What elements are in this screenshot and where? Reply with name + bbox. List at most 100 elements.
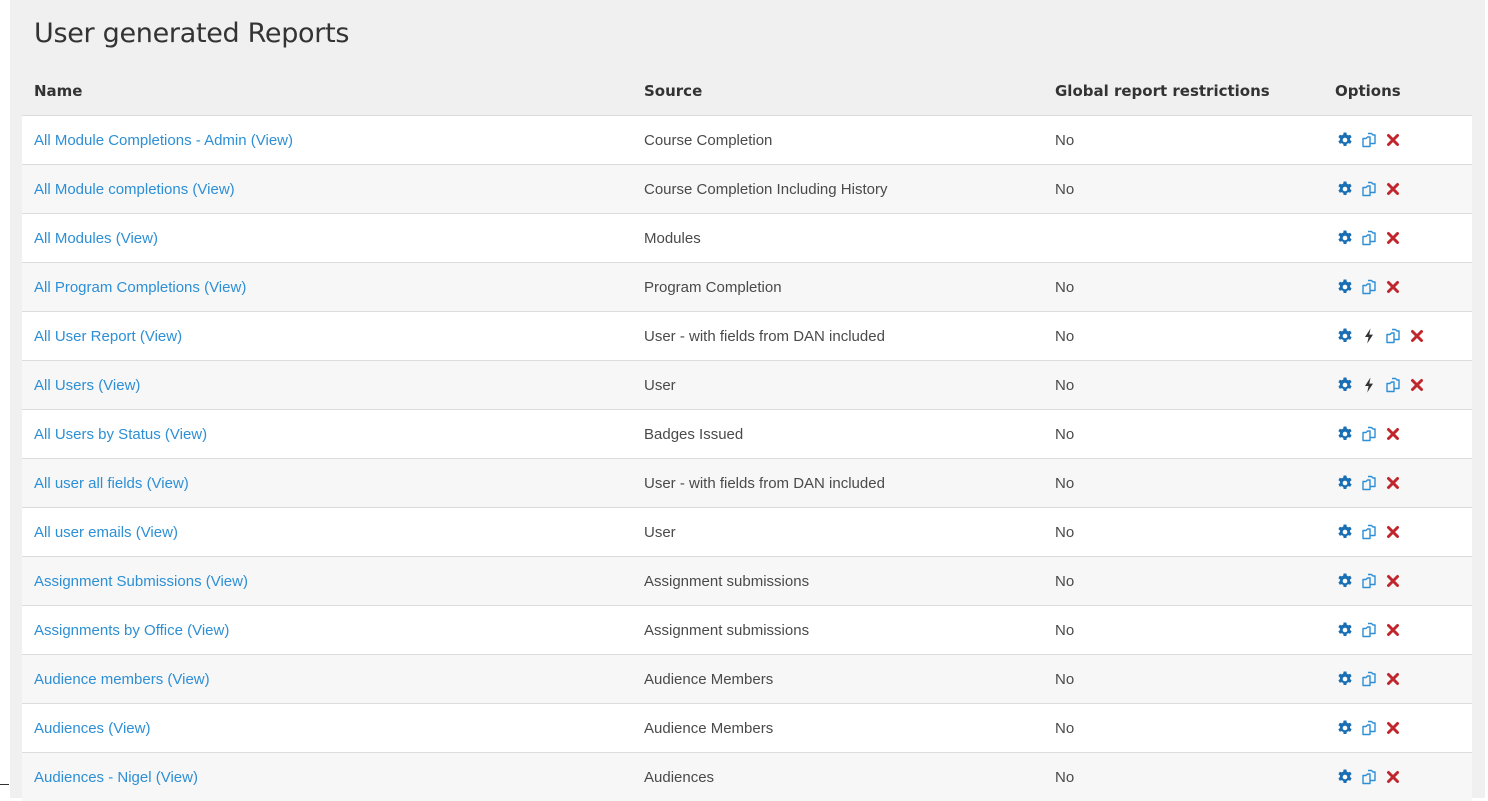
report-name-link[interactable]: All Users by Status <box>34 426 161 443</box>
clone-icon[interactable] <box>1361 524 1377 540</box>
report-name-link[interactable]: All Program Completions <box>34 279 200 296</box>
clone-icon[interactable] <box>1385 328 1401 344</box>
options-group <box>1335 720 1472 736</box>
view-report-link[interactable]: (View) <box>192 181 234 198</box>
view-report-link[interactable]: (View) <box>251 132 293 149</box>
report-name-link[interactable]: All user emails <box>34 524 132 541</box>
delete-icon[interactable] <box>1385 720 1401 736</box>
view-report-link[interactable]: (View) <box>116 230 158 247</box>
gear-icon[interactable] <box>1337 524 1353 540</box>
clone-icon[interactable] <box>1361 426 1377 442</box>
gear-icon[interactable] <box>1337 573 1353 589</box>
view-report-link[interactable]: (View) <box>136 524 178 541</box>
view-report-link[interactable]: (View) <box>156 769 198 786</box>
report-source-cell: Audience Members <box>632 704 1043 753</box>
view-report-link[interactable]: (View) <box>206 573 248 590</box>
clone-icon[interactable] <box>1361 769 1377 785</box>
global-restrictions-cell <box>1043 214 1323 263</box>
report-name-link[interactable]: Audience members <box>34 671 163 688</box>
delete-icon[interactable] <box>1385 622 1401 638</box>
delete-icon[interactable] <box>1409 377 1425 393</box>
clone-icon[interactable] <box>1361 671 1377 687</box>
report-source-cell: Program Completion <box>632 263 1043 312</box>
gear-icon[interactable] <box>1337 279 1353 295</box>
global-restrictions-cell: No <box>1043 508 1323 557</box>
report-name-link[interactable]: All User Report <box>34 328 136 345</box>
table-header-row: Name Source Global report restrictions O… <box>22 66 1472 116</box>
delete-icon[interactable] <box>1385 132 1401 148</box>
view-report-link[interactable]: (View) <box>147 475 189 492</box>
gear-icon[interactable] <box>1337 181 1353 197</box>
gear-icon[interactable] <box>1337 377 1353 393</box>
gear-icon[interactable] <box>1337 671 1353 687</box>
report-name-link[interactable]: Assignments by Office <box>34 622 183 639</box>
global-restrictions-cell: No <box>1043 165 1323 214</box>
view-report-link[interactable]: (View) <box>140 328 182 345</box>
clone-icon[interactable] <box>1361 475 1377 491</box>
report-name-link[interactable]: All Users <box>34 377 94 394</box>
clone-icon[interactable] <box>1361 132 1377 148</box>
delete-icon[interactable] <box>1385 230 1401 246</box>
clone-icon[interactable] <box>1361 230 1377 246</box>
delete-icon[interactable] <box>1385 671 1401 687</box>
view-report-link[interactable]: (View) <box>167 671 209 688</box>
report-name-link[interactable]: All Module Completions - Admin <box>34 132 247 149</box>
report-name-link[interactable]: All Module completions <box>34 181 188 198</box>
global-restrictions-cell: No <box>1043 116 1323 165</box>
delete-icon[interactable] <box>1409 328 1425 344</box>
table-row: All Module Completions - Admin (View)Cou… <box>22 116 1472 165</box>
lightning-icon[interactable] <box>1361 328 1377 344</box>
global-restrictions-cell: No <box>1043 361 1323 410</box>
report-name-link[interactable]: Audiences - Nigel <box>34 769 152 786</box>
gear-icon[interactable] <box>1337 622 1353 638</box>
clone-icon[interactable] <box>1361 573 1377 589</box>
gear-icon[interactable] <box>1337 769 1353 785</box>
column-header-global-restrictions[interactable]: Global report restrictions <box>1043 66 1323 116</box>
column-header-name[interactable]: Name <box>22 66 632 116</box>
table-row: All user emails (View)UserNo <box>22 508 1472 557</box>
report-name-cell: All Users by Status (View) <box>22 410 632 459</box>
view-report-link[interactable]: (View) <box>187 622 229 639</box>
page-title: User generated Reports <box>34 18 349 49</box>
global-restrictions-cell: No <box>1043 410 1323 459</box>
gear-icon[interactable] <box>1337 230 1353 246</box>
options-group <box>1335 622 1472 638</box>
delete-icon[interactable] <box>1385 573 1401 589</box>
report-source-cell: User - with fields from DAN included <box>632 459 1043 508</box>
clone-icon[interactable] <box>1385 377 1401 393</box>
reports-table: Name Source Global report restrictions O… <box>22 66 1472 801</box>
view-report-link[interactable]: (View) <box>98 377 140 394</box>
gear-icon[interactable] <box>1337 132 1353 148</box>
table-row: Audience members (View)Audience MembersN… <box>22 655 1472 704</box>
gear-icon[interactable] <box>1337 720 1353 736</box>
gear-icon[interactable] <box>1337 426 1353 442</box>
options-group <box>1335 524 1472 540</box>
report-name-cell: All user emails (View) <box>22 508 632 557</box>
delete-icon[interactable] <box>1385 524 1401 540</box>
gear-icon[interactable] <box>1337 475 1353 491</box>
clone-icon[interactable] <box>1361 279 1377 295</box>
delete-icon[interactable] <box>1385 475 1401 491</box>
clone-icon[interactable] <box>1361 181 1377 197</box>
lightning-icon[interactable] <box>1361 377 1377 393</box>
view-report-link[interactable]: (View) <box>204 279 246 296</box>
report-name-link[interactable]: All Modules <box>34 230 112 247</box>
report-name-link[interactable]: All user all fields <box>34 475 142 492</box>
view-report-link[interactable]: (View) <box>165 426 207 443</box>
report-source-cell: User <box>632 361 1043 410</box>
clone-icon[interactable] <box>1361 720 1377 736</box>
view-report-link[interactable]: (View) <box>108 720 150 737</box>
delete-icon[interactable] <box>1385 769 1401 785</box>
column-header-source[interactable]: Source <box>632 66 1043 116</box>
report-name-link[interactable]: Assignment Submissions <box>34 573 202 590</box>
table-row: All Modules (View)Modules <box>22 214 1472 263</box>
gear-icon[interactable] <box>1337 328 1353 344</box>
delete-icon[interactable] <box>1385 279 1401 295</box>
edge-mark <box>0 784 9 785</box>
report-name-link[interactable]: Audiences <box>34 720 104 737</box>
global-restrictions-cell: No <box>1043 655 1323 704</box>
delete-icon[interactable] <box>1385 426 1401 442</box>
delete-icon[interactable] <box>1385 181 1401 197</box>
report-name-cell: All User Report (View) <box>22 312 632 361</box>
clone-icon[interactable] <box>1361 622 1377 638</box>
